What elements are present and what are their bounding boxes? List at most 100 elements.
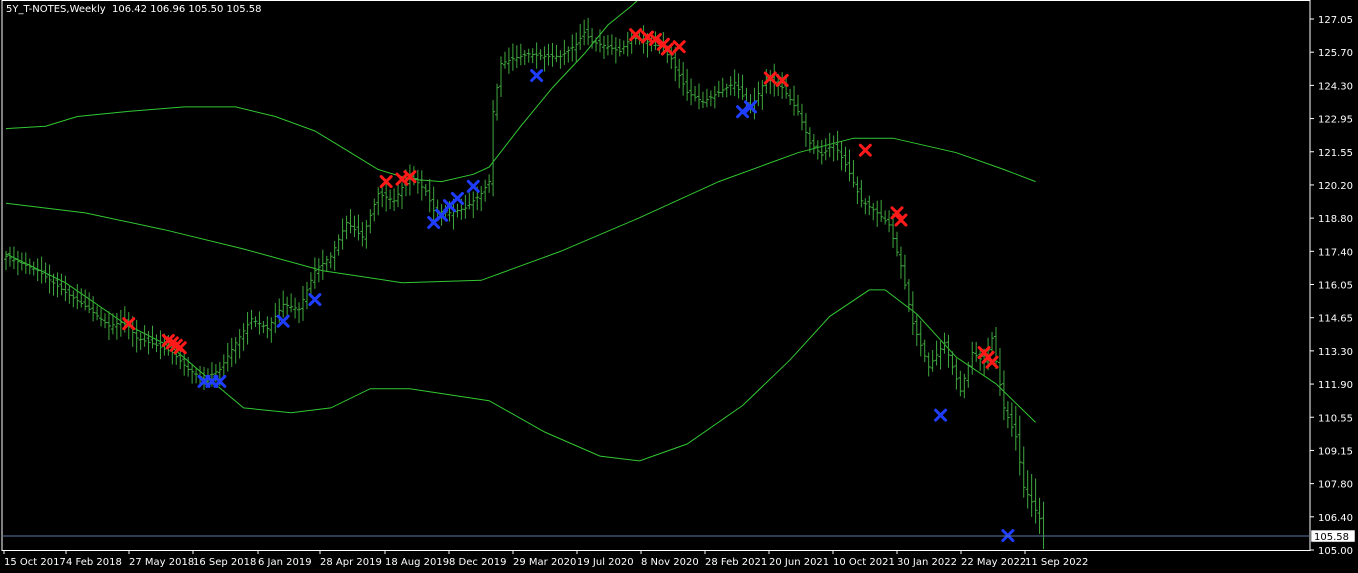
ohlc-bar bbox=[75, 283, 80, 310]
ohlc-bar bbox=[269, 317, 274, 343]
ohlc-bar bbox=[910, 291, 915, 335]
ohlc-bar bbox=[320, 249, 325, 280]
ohlc-bar bbox=[471, 191, 476, 218]
ohlc-bar bbox=[293, 297, 298, 319]
ohlc-bar bbox=[419, 170, 424, 201]
ohlc-bar bbox=[332, 241, 337, 271]
ohlc-bar bbox=[879, 199, 884, 222]
ohlc-bar bbox=[344, 215, 349, 240]
ohlc-bar bbox=[261, 321, 266, 334]
ohlc-bar bbox=[609, 34, 614, 55]
ohlc-bar bbox=[491, 100, 496, 197]
ohlc-bar bbox=[31, 261, 36, 276]
ohlc-bar bbox=[578, 23, 583, 50]
ohlc-bar bbox=[364, 220, 369, 249]
ohlc-bar bbox=[875, 200, 880, 227]
ohlc-bar bbox=[780, 72, 785, 99]
ohlc-bar bbox=[895, 231, 899, 257]
ohlc-bar bbox=[934, 340, 939, 366]
ohlc-bar bbox=[700, 91, 705, 109]
ohlc-bar bbox=[51, 273, 56, 296]
ohlc-bar bbox=[1037, 497, 1042, 534]
ohlc-bar bbox=[712, 85, 717, 109]
ohlc-bar bbox=[79, 288, 84, 308]
ohlc-bar bbox=[728, 76, 733, 96]
ohlc-bar bbox=[871, 203, 876, 221]
ohlc-bar bbox=[55, 272, 60, 298]
ohlc-bar bbox=[245, 312, 250, 345]
y-tick-label: 106.40 bbox=[1318, 513, 1353, 524]
chart-axes: 105.58 127.05 125.70 124.30 122.95 121.55 120.… bbox=[1, 0, 1356, 568]
ohlc-bar bbox=[19, 252, 24, 271]
ohlc-bar bbox=[867, 195, 872, 216]
ohlc-bar bbox=[831, 135, 836, 162]
ohlc-bar bbox=[574, 32, 579, 63]
ohlc-bar bbox=[400, 182, 404, 210]
ohlc-bar bbox=[455, 203, 460, 218]
y-tick-label: 109.15 bbox=[1318, 446, 1353, 457]
ohlc-values: 106.42 106.96 105.50 105.58 bbox=[112, 4, 262, 15]
ohlc-bar bbox=[918, 320, 923, 357]
ohlc-bar bbox=[1017, 415, 1022, 476]
ohlc-bar bbox=[946, 334, 951, 368]
y-tick-label: 107.80 bbox=[1318, 480, 1353, 491]
ohlc-bar bbox=[526, 48, 531, 63]
ohlc-bar bbox=[510, 43, 515, 71]
ohlc-bar bbox=[617, 38, 622, 57]
x-tick-label: 16 Sep 2018 bbox=[193, 557, 256, 568]
ohlc-bar bbox=[138, 332, 143, 350]
ohlc-bar bbox=[558, 50, 563, 69]
ohlc-bar bbox=[938, 341, 943, 370]
ohlc-bar bbox=[483, 179, 488, 202]
plot-frame bbox=[1, 0, 1311, 551]
buy-signal-marker bbox=[450, 191, 464, 205]
ohlc-bar bbox=[142, 325, 147, 347]
ohlc-bar bbox=[229, 337, 234, 367]
ohlc-bar bbox=[15, 250, 20, 276]
symbol-header: 5Y_T-NOTES,Weekly 106.42 106.96 105.50 1… bbox=[6, 4, 262, 15]
ohlc-bar bbox=[4, 250, 8, 271]
ohlc-bar bbox=[63, 275, 68, 302]
y-tick-label: 118.80 bbox=[1318, 214, 1353, 225]
ohlc-bar bbox=[134, 319, 139, 353]
ohlc-bar bbox=[677, 58, 682, 89]
y-tick-label: 124.30 bbox=[1318, 81, 1353, 92]
x-tick-label: 18 Aug 2019 bbox=[385, 557, 449, 568]
y-tick-label: 117.40 bbox=[1318, 247, 1353, 258]
ohlc-bar bbox=[281, 290, 286, 318]
ohlc-bar bbox=[427, 178, 432, 213]
ohlc-bar bbox=[103, 313, 107, 329]
ohlc-bar bbox=[249, 309, 254, 330]
ohlc-bar bbox=[716, 80, 721, 98]
ohlc-bar bbox=[59, 273, 64, 296]
price-chart[interactable]: 105.58 127.05 125.70 124.30 122.95 121.55 120.… bbox=[0, 0, 1358, 573]
ohlc-bar bbox=[823, 138, 828, 161]
ohlc-bar bbox=[740, 74, 745, 100]
ohlc-bar bbox=[372, 198, 377, 222]
ohlc-bar bbox=[388, 189, 393, 210]
ohlc-bar bbox=[225, 342, 230, 372]
x-tick-label: 19 Jul 2020 bbox=[577, 557, 634, 568]
y-tick-label: 110.55 bbox=[1318, 413, 1353, 424]
x-tick-label: 15 Oct 2017 bbox=[4, 557, 66, 568]
ohlc-bar bbox=[803, 113, 808, 147]
ohlc-bar bbox=[384, 182, 389, 212]
ohlc-bar bbox=[546, 43, 551, 66]
envelope-bands bbox=[5, 0, 1036, 462]
x-tick-label: 29 Mar 2020 bbox=[513, 557, 576, 568]
ohlc-bar bbox=[273, 303, 278, 334]
ohlc-bar bbox=[67, 285, 72, 304]
ohlc-bar bbox=[1013, 405, 1018, 451]
ohlc-bar bbox=[970, 341, 975, 375]
ohlc-bar bbox=[297, 302, 302, 324]
ohlc-bar bbox=[898, 246, 903, 279]
ohlc-bar bbox=[233, 337, 238, 364]
ohlc-bar bbox=[376, 187, 381, 216]
symbol-name: 5Y_T-NOTES,Weekly bbox=[6, 4, 106, 15]
ohlc-bar bbox=[487, 174, 492, 193]
x-tick-label: 28 Apr 2019 bbox=[320, 557, 382, 568]
x-tick-label: 27 May 2018 bbox=[129, 557, 194, 568]
ohlc-bar bbox=[158, 330, 163, 360]
ohlc-bar bbox=[681, 62, 686, 96]
ohlc-bar bbox=[423, 183, 428, 197]
